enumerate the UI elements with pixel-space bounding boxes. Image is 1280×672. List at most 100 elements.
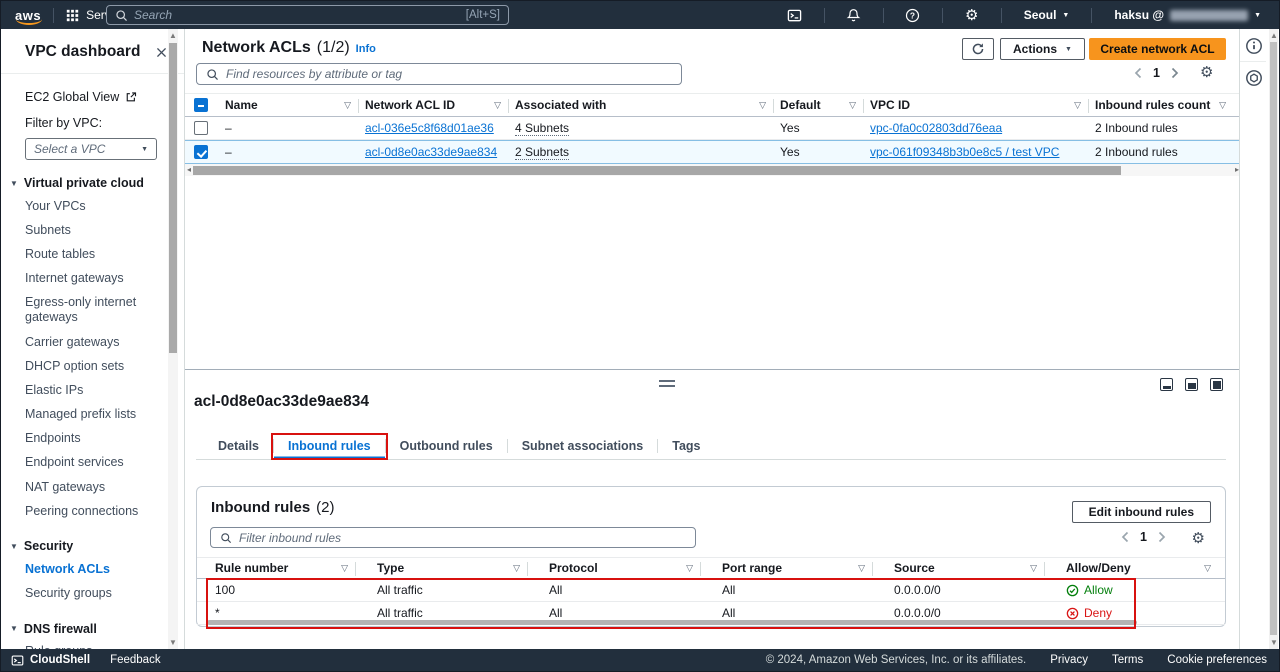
terms-link[interactable]: Terms bbox=[1112, 654, 1143, 666]
column-header-protocol[interactable]: Protocol▽ bbox=[534, 558, 707, 578]
info-link[interactable]: Info bbox=[356, 43, 376, 55]
section-dns-firewall[interactable]: ▼ DNS firewall bbox=[10, 622, 184, 636]
associated-subnets-link[interactable]: 4 Subnets bbox=[515, 121, 569, 136]
split-panel-drag-handle[interactable] bbox=[659, 380, 675, 390]
sort-icon[interactable]: ▽ bbox=[849, 100, 856, 111]
find-resources-search[interactable] bbox=[196, 63, 682, 85]
column-header-associated-with[interactable]: Associated with▽ bbox=[515, 94, 780, 116]
feedback-link[interactable]: Feedback bbox=[110, 654, 161, 666]
scrollbar-thumb[interactable] bbox=[1270, 42, 1277, 635]
sidebar-item-network-acls[interactable]: Network ACLs bbox=[1, 557, 184, 581]
scroll-down-icon[interactable]: ▼ bbox=[168, 638, 178, 647]
table-preferences-gear-icon[interactable]: ⚙ bbox=[1192, 529, 1205, 547]
filter-inbound-rules-input[interactable] bbox=[239, 531, 686, 545]
sort-icon[interactable]: ▽ bbox=[1219, 100, 1226, 111]
actions-button[interactable]: Actions ▼ bbox=[1000, 38, 1085, 60]
sidebar-item-subnets[interactable]: Subnets bbox=[1, 218, 184, 242]
privacy-link[interactable]: Privacy bbox=[1050, 654, 1088, 666]
column-header-inbound-rules-count[interactable]: Inbound rules count▽ bbox=[1095, 94, 1239, 116]
scrollbar-thumb[interactable] bbox=[169, 43, 177, 353]
tab-outbound-rules[interactable]: Outbound rules bbox=[386, 433, 507, 459]
sidebar-item-route-tables[interactable]: Route tables bbox=[1, 242, 184, 266]
acl-id-link[interactable]: acl-036e5c8f68d01ae36 bbox=[365, 121, 494, 135]
vpc-id-link[interactable]: vpc-061f09348b3b0e8c5 / test VPC bbox=[870, 145, 1059, 159]
create-network-acl-button[interactable]: Create network ACL bbox=[1089, 38, 1226, 60]
next-page-icon[interactable] bbox=[1170, 67, 1180, 79]
horizontal-scrollbar-thumb[interactable] bbox=[207, 620, 1137, 625]
table-preferences-gear-icon[interactable]: ⚙ bbox=[1200, 65, 1213, 80]
next-page-icon[interactable] bbox=[1157, 531, 1167, 543]
ec2-global-view-link[interactable]: EC2 Global View bbox=[25, 90, 160, 104]
sidebar-scrollbar[interactable]: ▲ ▼ bbox=[168, 29, 178, 649]
panel-size-large-icon[interactable] bbox=[1210, 378, 1223, 391]
column-header-port-range[interactable]: Port range▽ bbox=[707, 558, 879, 578]
global-search-input[interactable] bbox=[134, 8, 460, 22]
associated-subnets-link[interactable]: 2 Subnets bbox=[515, 145, 569, 160]
sort-icon[interactable]: ▽ bbox=[1030, 563, 1037, 574]
sort-icon[interactable]: ▽ bbox=[858, 563, 865, 574]
page-scrollbar[interactable]: ▲ ▼ bbox=[1269, 29, 1278, 649]
sort-icon[interactable]: ▽ bbox=[759, 100, 766, 111]
tab-tags[interactable]: Tags bbox=[658, 433, 714, 459]
panel-size-small-icon[interactable] bbox=[1160, 378, 1173, 391]
sidebar-item-internet-gateways[interactable]: Internet gateways bbox=[1, 267, 184, 291]
column-header-default[interactable]: Default▽ bbox=[780, 94, 870, 116]
sidebar-item-peering-connections[interactable]: Peering connections bbox=[1, 499, 184, 523]
panel-size-medium-icon[interactable] bbox=[1185, 378, 1198, 391]
table-row-selected[interactable]: – acl-0d8e0ac33de9ae834 2 Subnets Yes vp… bbox=[185, 140, 1239, 164]
sort-icon[interactable]: ▽ bbox=[513, 563, 520, 574]
row-checkbox[interactable] bbox=[194, 145, 208, 159]
account-menu[interactable]: haksu @ ▼ bbox=[1104, 8, 1271, 22]
tab-subnet-associations[interactable]: Subnet associations bbox=[508, 433, 658, 459]
sidebar-item-security-groups[interactable]: Security groups bbox=[1, 582, 184, 606]
column-header-type[interactable]: Type▽ bbox=[362, 558, 534, 578]
aws-logo[interactable]: aws bbox=[15, 8, 41, 23]
tab-inbound-rules[interactable]: Inbound rules bbox=[274, 433, 385, 459]
select-all-checkbox[interactable] bbox=[194, 98, 208, 112]
horizontal-scrollbar[interactable]: ◂ ▸ bbox=[185, 164, 1239, 176]
scroll-left-icon[interactable]: ◂ bbox=[187, 165, 191, 174]
hexagon-panel-icon[interactable] bbox=[1245, 69, 1265, 89]
sidebar-item-dhcp-option-sets[interactable]: DHCP option sets bbox=[1, 354, 184, 378]
table-row[interactable]: – acl-036e5c8f68d01ae36 4 Subnets Yes vp… bbox=[185, 117, 1239, 140]
page-number[interactable]: 1 bbox=[1140, 530, 1147, 544]
global-search[interactable]: [Alt+S] bbox=[106, 5, 509, 25]
sort-icon[interactable]: ▽ bbox=[344, 100, 351, 111]
sidebar-item-nat-gateways[interactable]: NAT gateways bbox=[1, 475, 184, 499]
cloudshell-icon[interactable] bbox=[778, 8, 812, 23]
vpc-id-link[interactable]: vpc-0fa0c02803dd76eaa bbox=[870, 121, 1002, 135]
column-header-rule-number[interactable]: Rule number▽ bbox=[197, 558, 362, 578]
sidebar-item-endpoints[interactable]: Endpoints bbox=[1, 427, 184, 451]
column-header-allow-deny[interactable]: Allow/Deny▽ bbox=[1051, 558, 1225, 578]
find-resources-input[interactable] bbox=[226, 67, 672, 81]
refresh-button[interactable] bbox=[962, 38, 994, 60]
sidebar-item-rule-groups[interactable]: Rule groups bbox=[1, 640, 184, 649]
sidebar-item-endpoint-services[interactable]: Endpoint services bbox=[1, 451, 184, 475]
edit-inbound-rules-button[interactable]: Edit inbound rules bbox=[1072, 501, 1211, 523]
sort-icon[interactable]: ▽ bbox=[686, 563, 693, 574]
sort-icon[interactable]: ▽ bbox=[341, 563, 348, 574]
help-icon[interactable]: ? bbox=[896, 8, 930, 23]
scrollbar-thumb[interactable] bbox=[193, 166, 1121, 175]
sidebar-item-elastic-ips[interactable]: Elastic IPs bbox=[1, 378, 184, 402]
section-virtual-private-cloud[interactable]: ▼ Virtual private cloud bbox=[10, 176, 184, 190]
region-selector[interactable]: Seoul ▼ bbox=[1014, 8, 1080, 22]
scroll-down-icon[interactable]: ▼ bbox=[1269, 638, 1279, 647]
inbound-rule-row[interactable]: 100 All traffic All All 0.0.0.0/0 Allow bbox=[197, 579, 1225, 602]
sort-icon[interactable]: ▽ bbox=[1074, 100, 1081, 111]
sort-icon[interactable]: ▽ bbox=[1204, 563, 1211, 574]
column-header-name[interactable]: Name▽ bbox=[225, 94, 365, 116]
column-header-vpc-id[interactable]: VPC ID▽ bbox=[870, 94, 1095, 116]
column-header-network-acl-id[interactable]: Network ACL ID▽ bbox=[365, 94, 515, 116]
acl-id-link[interactable]: acl-0d8e0ac33de9ae834 bbox=[365, 145, 497, 159]
filter-inbound-rules-search[interactable] bbox=[210, 527, 696, 548]
scroll-right-icon[interactable]: ▸ bbox=[1235, 165, 1239, 174]
cookie-preferences-link[interactable]: Cookie preferences bbox=[1167, 654, 1267, 666]
sidebar-item-your-vpcs[interactable]: Your VPCs bbox=[1, 194, 184, 218]
tab-details[interactable]: Details bbox=[204, 433, 273, 459]
previous-page-icon[interactable] bbox=[1133, 67, 1143, 79]
previous-page-icon[interactable] bbox=[1120, 531, 1130, 543]
sidebar-item-managed-prefix-lists[interactable]: Managed prefix lists bbox=[1, 403, 184, 427]
settings-gear-icon[interactable]: ⚙ bbox=[955, 6, 989, 24]
section-security[interactable]: ▼ Security bbox=[10, 539, 184, 553]
